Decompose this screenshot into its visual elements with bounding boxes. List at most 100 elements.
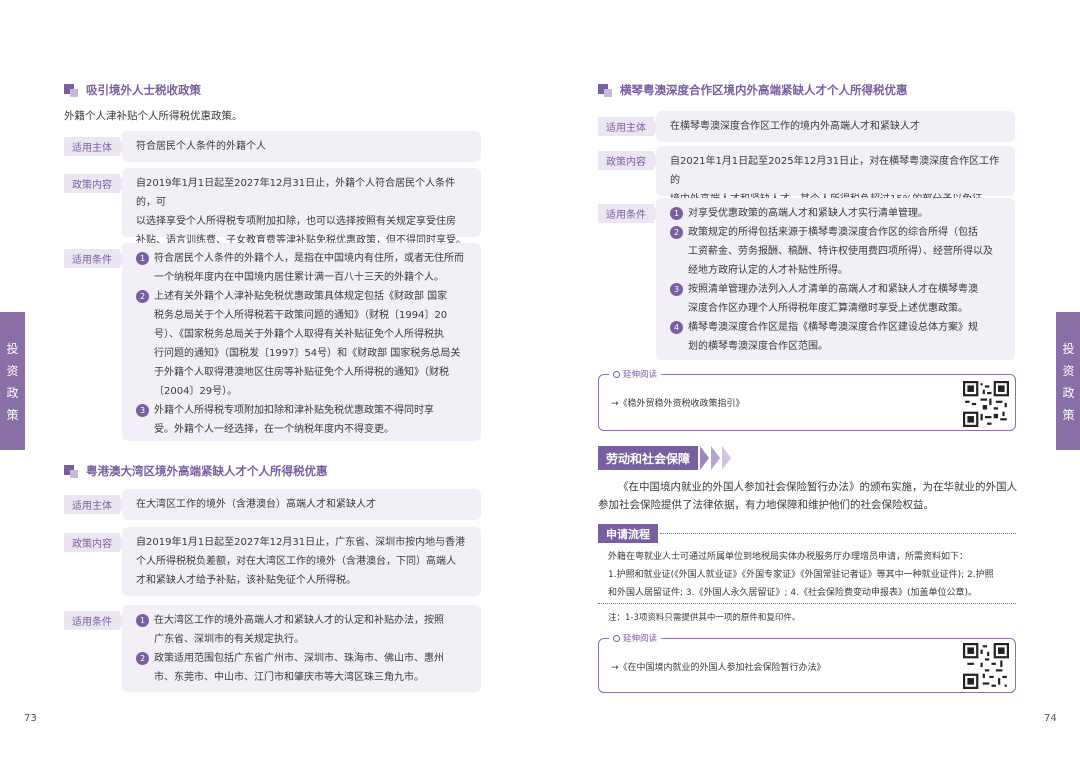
condition-item: 2 政策规定的所得包括来源于横琴粤澳深度合作区的综合所得（包括 工资薪金、劳务报… [670,223,1001,280]
chevron-icon [711,446,721,470]
condition-line: 〔2004〕29号）。 [154,386,238,397]
section-title-text: 横琴粤澳深度合作区境内外高端紧缺人才个人所得税优惠 [620,83,908,97]
content-line: 自2019年1月1日起至2027年12月31日止，外籍个人符合居民个人条件的，可 [136,178,456,208]
section-intro: 外籍个人津补贴个人所得税优惠政策。 [64,110,243,122]
label-conditions: 适用条件 [64,249,127,268]
extended-reading-label: 延伸阅读 [609,368,662,380]
section-title-text: 粤港澳大湾区境外高端紧缺人才个人所得税优惠 [86,464,328,478]
label-policy-content: 政策内容 [64,533,127,552]
condition-line: 税务总局关于个人所得税若干政策问题的通知》（财税〔1994〕20 [154,310,448,321]
content-line: 个人所得税税负差额，对在大湾区工作的境外（含港澳台，下同）高端人 [136,556,456,567]
condition-line: 对享受优惠政策的高端人才和紧缺人才实行清单管理。 [688,208,928,219]
condition-item: 2 上述有关外籍个人津补贴免税优惠政策具体规定包括《财政部 国家 税务总局关于个… [136,287,467,401]
condition-line: 政策适用范围包括广东省广州市、深圳市、珠海市、佛山市、惠州 [154,653,444,664]
qr-code-icon[interactable] [963,643,1009,689]
conditions-box: 1 在大湾区工作的境外高端人才和紧缺人才的认定和补贴办法，按照 广东省、深圳市的… [122,605,481,692]
subject-text: 符合居民个人条件的外籍个人 [136,141,266,152]
condition-item: 3 按照清单管理办法列入人才清单的高端人才和紧缺人才在横琴粤澳 深度合作区办理个… [670,280,1001,318]
label-policy-content: 政策内容 [64,174,127,193]
condition-item: 1 对享受优惠政策的高端人才和紧缺人才实行清单管理。 [670,204,1001,223]
label-conditions: 适用条件 [598,204,661,223]
number-badge: 1 [136,614,149,627]
label-policy-content: 政策内容 [598,151,661,170]
extended-reading-title: 延伸阅读 [623,634,658,644]
condition-item: 1 在大湾区工作的境外高端人才和紧缺人才的认定和补贴办法，按照 广东省、深圳市的… [136,611,467,649]
condition-line: 深度合作区办理个人所得税年度汇算清缴时享受上述优惠政策。 [688,303,968,314]
condition-line: 号）、《国家税务总局关于外籍个人取得有关补贴征免个人所得税执 [154,329,444,340]
extended-reading-box: 延伸阅读 →《稳外贸稳外资税收政策指引》 [598,368,1016,431]
condition-line: 行问题的通知》（国税发〔1997〕54号）和《财政部 国家税务总局关 [154,348,461,359]
banner-title: 劳动和社会保障 [598,446,699,470]
section-square-icon [64,83,78,97]
content-line: 自2019年1月1日起至2027年12月31日止，广东省、深圳市按内地与香港 [136,537,466,548]
condition-line: 划的横琴粤澳深度合作区范围。 [688,341,828,352]
qr-code-icon[interactable] [963,381,1009,427]
number-badge: 3 [136,404,149,417]
process-tag: 申请流程 [598,524,658,543]
side-tab-char: 投 [1062,341,1075,356]
conditions-box: 1 对享受优惠政策的高端人才和紧缺人才实行清单管理。 2 政策规定的所得包括来源… [656,198,1015,360]
page-number-left: 73 [24,713,37,724]
process-line: 外籍在粤就业人士可通过所属单位到地税局实体办税服务厅办理增员申请，所需资料如下： [608,552,969,562]
circle-icon [613,634,620,642]
number-badge: 2 [670,226,683,239]
side-tab-char: 策 [6,407,19,422]
side-tab-char: 资 [1062,363,1075,378]
condition-line: 在大湾区工作的境外高端人才和紧缺人才的认定和补贴办法，按照 [154,615,444,626]
subject-box: 符合居民个人条件的外籍个人 [122,131,481,162]
number-badge: 2 [136,290,149,303]
dotted-divider [660,533,1016,534]
extended-reading-label: 延伸阅读 [609,632,662,644]
section-title-overseas-tax: 吸引境外人士税收政策 [64,82,201,98]
side-tab-char: 政 [1062,385,1075,400]
subject-box: 在大湾区工作的境外（含港澳台）高端人才和紧缺人才 [122,489,481,520]
dotted-divider [598,603,1016,604]
paragraph-line: 参加社会保险提供了法律依据，有力地保障和维护他们的社会保险权益。 [598,499,934,511]
chevron-icon [700,446,710,470]
number-badge: 1 [136,252,149,265]
page-number-right: 74 [1044,713,1057,724]
process-line: 和外国人居留证件; 3.《外国人永久居留证》; 4.《社会保险费变动申报表》(加… [608,588,977,598]
condition-item: 4 横琴粤澳深度合作区是指《横琴粤澳深度合作区建设总体方案》规 划的横琴粤澳深度… [670,318,1001,356]
side-tab-right: 投 资 政 策 [1056,312,1080,450]
condition-line: 符合居民个人条件的外籍个人，是指在中国境内有住所，或者无住所而 [154,253,464,264]
condition-line: 广东省、深圳市的有关规定执行。 [154,634,304,645]
side-tab-char: 资 [6,363,19,378]
condition-line: 按照清单管理办法列入人才清单的高端人才和紧缺人才在横琴粤澳 [688,284,978,295]
number-badge: 4 [670,321,683,334]
number-badge: 2 [136,652,149,665]
extended-reading-link[interactable]: →《在中国境内就业的外国人参加社会保险暂行办法》 [611,660,826,673]
side-tab-char: 投 [6,341,19,356]
label-conditions: 适用条件 [64,611,127,630]
process-note: 注：1-3项资料只需提供其中一项的原件和复印件。 [608,613,801,623]
condition-item: 2 政策适用范围包括广东省广州市、深圳市、珠海市、佛山市、惠州 市、东莞市、中山… [136,649,467,687]
condition-line: 外籍个人所得税专项附加扣除和津补贴免税优惠政策不得同时享 [154,405,434,416]
side-tab-char: 策 [1062,407,1075,422]
condition-line: 上述有关外籍个人津补贴免税优惠政策具体规定包括《财政部 国家 [154,291,448,302]
label-applicable-subject: 适用主体 [64,495,127,514]
side-tab-left: 投 资 政 策 [0,312,25,450]
content-line: 以选择享受个人所得税专项附加扣除，也可以选择按照有关规定享受住房 [136,216,456,227]
extended-reading-link[interactable]: →《稳外贸稳外资税收政策指引》 [611,396,745,409]
process-line: 1.护照和就业证(《外国人就业证》《外国专家证》《外国常驻记者证》等其中一种就业… [608,570,994,580]
label-applicable-subject: 适用主体 [64,137,127,156]
condition-item: 1 符合居民个人条件的外籍个人，是指在中国境内有住所，或者无住所而 一个纳税年度… [136,249,467,287]
condition-line: 工资薪金、劳务报酬、稿酬、特许权使用费四项所得）、经营所得以及 [688,246,993,257]
subject-text: 在大湾区工作的境外（含港澳台）高端人才和紧缺人才 [136,499,376,510]
condition-item: 3 外籍个人所得税专项附加扣除和津补贴免税优惠政策不得同时享 受。外籍个人一经选… [136,401,467,439]
content-line: 自2021年1月1日起至2025年12月31日止，对在横琴粤澳深度合作区工作的 [670,156,1000,186]
content-line: 才和紧缺人才给予补贴，该补贴免征个人所得税。 [136,575,356,586]
condition-line: 于外籍个人取得港澳地区住房等补贴征免个人所得税的通知》（财税 [154,367,449,378]
condition-line: 一个纳税年度内在中国境内居住累计满一百八十三天的外籍个人。 [154,272,444,283]
section-banner-labor: 劳动和社会保障 [598,446,732,470]
condition-line: 横琴粤澳深度合作区是指《横琴粤澳深度合作区建设总体方案》规 [688,322,978,333]
number-badge: 1 [670,207,683,220]
content-box: 自2019年1月1日起至2027年12月31日止，外籍个人符合居民个人条件的，可… [122,168,481,246]
condition-line: 政策规定的所得包括来源于横琴粤澳深度合作区的综合所得（包括 [688,227,978,238]
process-text: 外籍在粤就业人士可通过所属单位到地税局实体办税服务厅办理增员申请，所需资料如下：… [608,548,1018,602]
side-tab-char: 政 [6,385,19,400]
condition-line: 经地方政府认定的人才补贴性所得。 [688,265,848,276]
section-title-hengqin-talent-tax: 横琴粤澳深度合作区境内外高端紧缺人才个人所得税优惠 [598,82,908,98]
label-applicable-subject: 适用主体 [598,117,661,136]
section-title-gba-talent-tax: 粤港澳大湾区境外高端紧缺人才个人所得税优惠 [64,463,328,479]
